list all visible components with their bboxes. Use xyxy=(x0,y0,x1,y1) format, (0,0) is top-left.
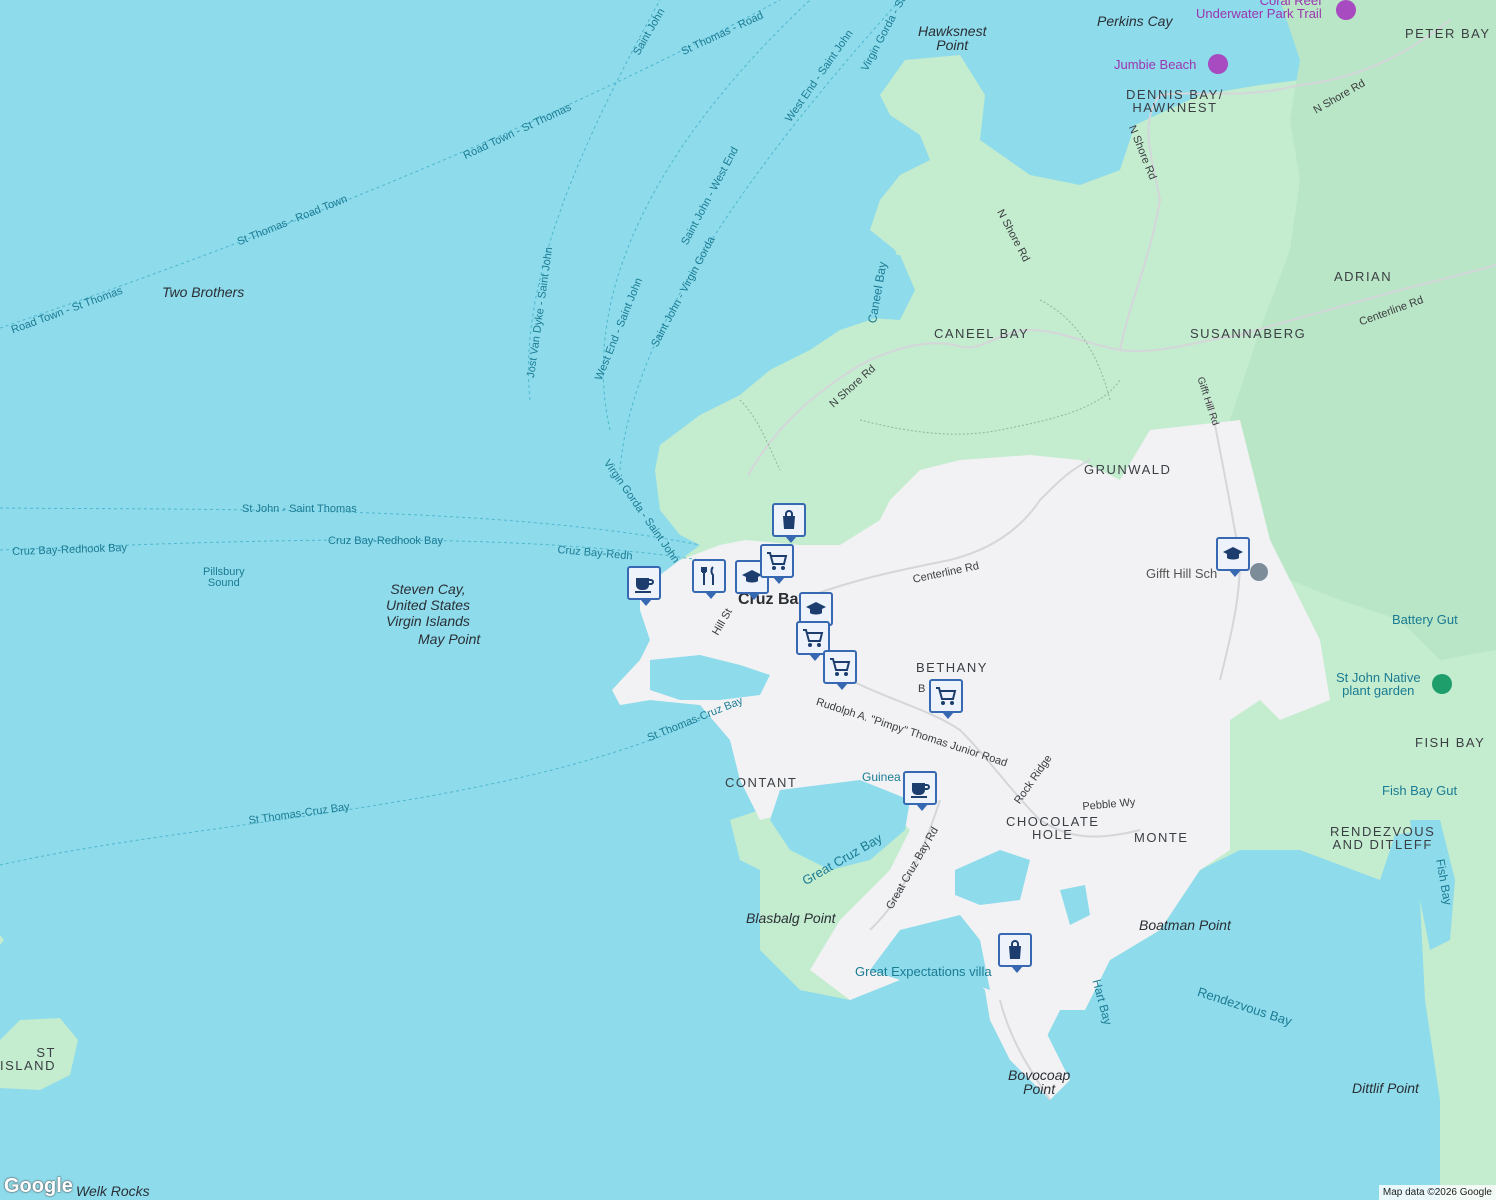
cafe-icon xyxy=(911,783,930,798)
label-jumbie-beach: Jumbie Beach xyxy=(1114,57,1197,72)
label-pillsbury-sound: Pillsbury Sound xyxy=(203,566,245,589)
grocery-pin-4[interactable] xyxy=(929,679,963,719)
restaurant-pin[interactable] xyxy=(692,559,726,599)
google-logo: Google xyxy=(4,1175,73,1197)
grocery-cart-icon xyxy=(936,687,957,705)
grocery-cart-icon xyxy=(767,552,788,570)
label-great-expectations: Great Expectations villa xyxy=(855,964,992,979)
label-welk-rocks: Welk Rocks xyxy=(76,1183,150,1199)
cafe-pin[interactable] xyxy=(627,566,661,606)
label-perkins-cay: Perkins Cay xyxy=(1097,13,1173,29)
school-icon xyxy=(806,602,826,615)
label-st-island: ST ISLAND xyxy=(0,1045,56,1073)
label-gifft-hill-school: Gifft Hill Sch xyxy=(1146,566,1218,581)
label-native-plant-garden: St John Native plant garden xyxy=(1336,670,1421,698)
camera-icon[interactable] xyxy=(1208,54,1228,74)
ferry-label-15: Cruz Bay-Redhook Bay xyxy=(328,535,443,547)
cafe-icon xyxy=(635,578,654,593)
label-chocolate-hole: CHOCOLATE HOLE xyxy=(1006,814,1100,842)
restaurant-icon xyxy=(701,566,714,585)
label-caneel-bay: CANEEL BAY xyxy=(934,326,1030,341)
label-two-brothers: Two Brothers xyxy=(162,284,245,300)
grocery-cart-icon xyxy=(803,629,824,647)
school-pin-3[interactable] xyxy=(1216,537,1250,577)
grocery-pin-3[interactable] xyxy=(823,650,857,690)
label-monte: MONTE xyxy=(1134,830,1189,845)
label-contant: CONTANT xyxy=(725,775,798,790)
shopping-bag-icon xyxy=(1009,940,1021,959)
shopping-bag-icon xyxy=(783,510,795,529)
camera-icon[interactable] xyxy=(1336,0,1356,20)
label-bovocoap-point: Bovocoap Point xyxy=(1008,1067,1071,1097)
label-may-point: May Point xyxy=(418,631,481,647)
grocery-pin[interactable] xyxy=(760,544,794,584)
label-guinea: Guinea xyxy=(862,770,901,784)
label-dennis-bay: DENNIS BAY/ HAWKNEST xyxy=(1126,87,1224,115)
label-coral-reef-trail: Coral Reef Underwater Park Trail xyxy=(1196,0,1322,21)
label-dittlif-point: Dittlif Point xyxy=(1352,1080,1419,1096)
grocery-cart-icon xyxy=(830,658,851,676)
label-rendezvous-ditleff: RENDEZVOUS AND DITLEFF xyxy=(1330,824,1436,852)
label-susannaberg: SUSANNABERG xyxy=(1190,326,1307,341)
label-fish-bay: FISH BAY xyxy=(1415,735,1486,750)
school-marker-icon[interactable] xyxy=(1250,563,1268,581)
cafe-pin-2[interactable] xyxy=(903,771,937,811)
shopping-pin[interactable] xyxy=(772,503,806,543)
school-icon xyxy=(1223,547,1243,560)
label-boatman-point: Boatman Point xyxy=(1139,917,1231,933)
label-hawksnest-point: Hawksnest Point xyxy=(918,23,987,53)
label-peter-bay: PETER BAY xyxy=(1405,26,1491,41)
label-bethany: BETHANY xyxy=(916,660,988,675)
label-steven-cay: Steven Cay, United States Virgin Islands xyxy=(386,581,471,630)
ferry-label-13: St John - Saint Thomas xyxy=(242,503,357,515)
map-attribution[interactable]: Map data ©2026 Google xyxy=(1378,1185,1496,1200)
label-blasbalg-point: Blasbalg Point xyxy=(746,910,836,926)
label-grunwald: GRUNWALD xyxy=(1084,462,1172,477)
label-adrian: ADRIAN xyxy=(1334,269,1393,284)
label-fish-bay-gut: Fish Bay Gut xyxy=(1382,783,1458,798)
label-battery-gut: Battery Gut xyxy=(1392,612,1458,627)
flower-icon[interactable] xyxy=(1432,674,1452,694)
shopping-pin-2[interactable] xyxy=(998,933,1032,973)
